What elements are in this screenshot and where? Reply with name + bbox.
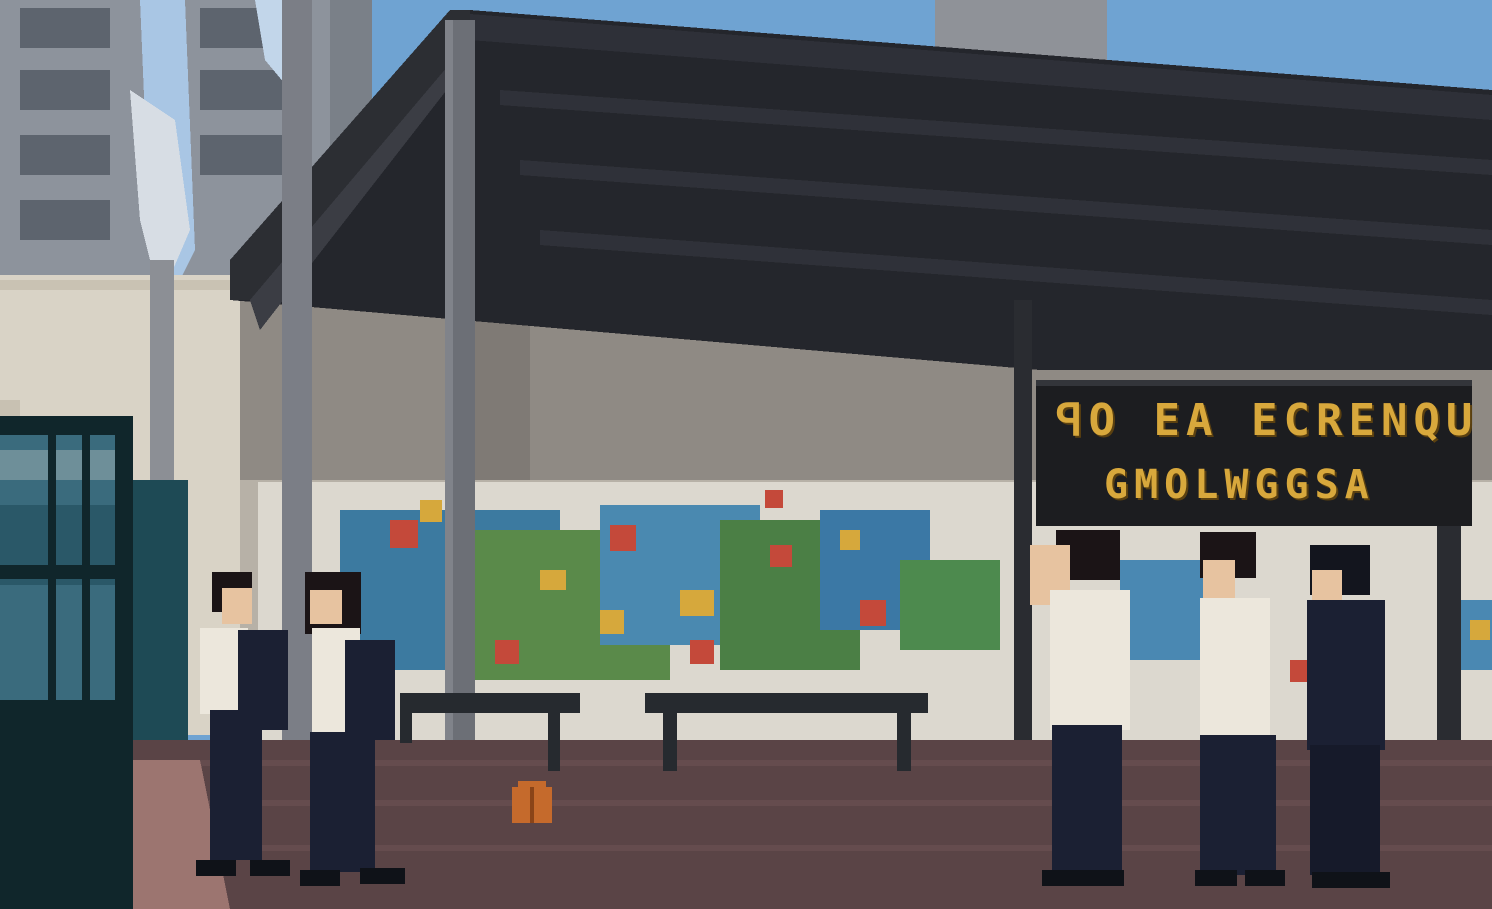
sign-line-2: GMOLWGGSA (1104, 462, 1375, 508)
basketball-icon[interactable] (512, 781, 552, 823)
game-scene (0, 0, 1492, 909)
pillar-right (1014, 300, 1032, 770)
sign-line-1: ꟼO EA ECRENQU (1056, 395, 1479, 446)
